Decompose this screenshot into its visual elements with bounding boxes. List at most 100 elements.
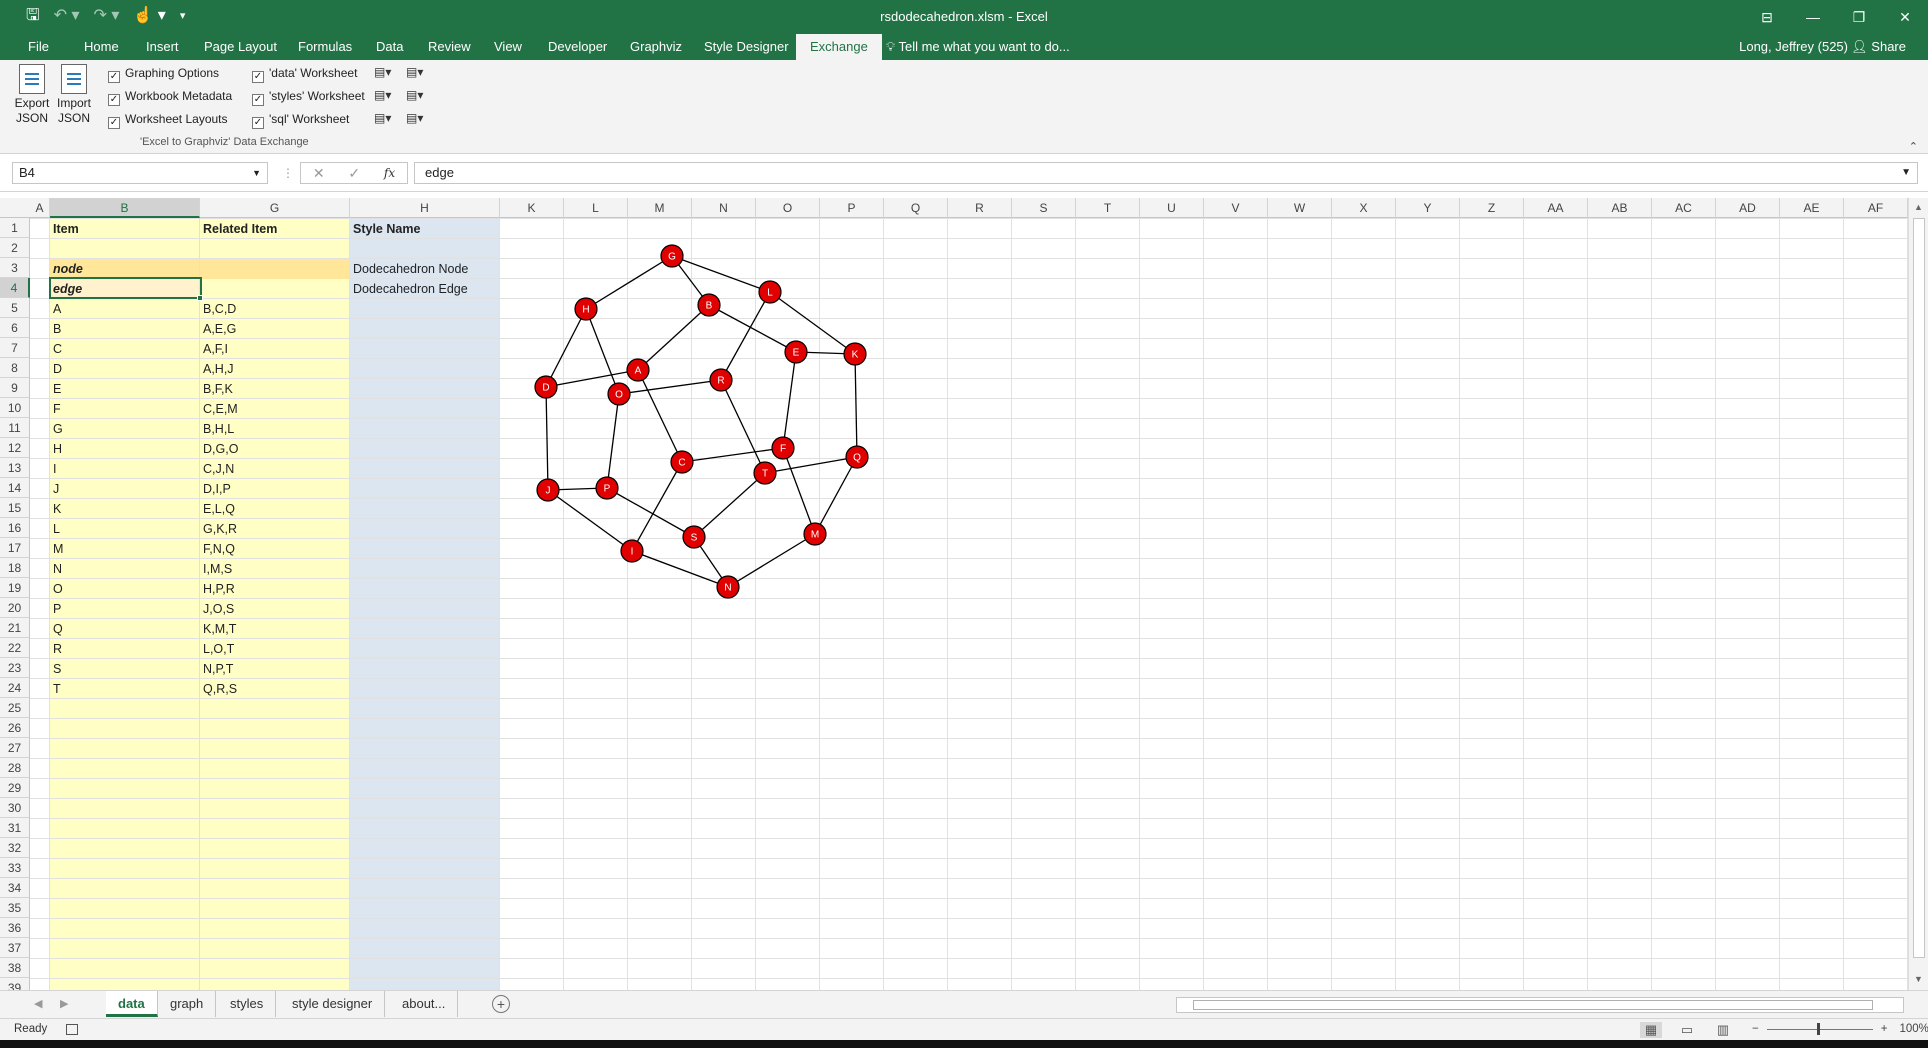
row-header-31[interactable]: 31	[0, 818, 30, 838]
item-cell[interactable]: M	[50, 539, 199, 559]
add-sheet-icon[interactable]: +	[492, 995, 510, 1013]
row-header-9[interactable]: 9	[0, 378, 30, 398]
sheet-tab-style-designer[interactable]: style designer	[280, 991, 386, 1017]
sheet-tab-data[interactable]: data	[106, 991, 158, 1017]
sheet-tab-about[interactable]: about...	[390, 991, 459, 1017]
expand-formula-bar-icon[interactable]: ▼	[1901, 163, 1911, 183]
row-header-12[interactable]: 12	[0, 438, 30, 458]
page-layout-view-icon[interactable]: ▭	[1676, 1022, 1698, 1038]
column-header-x[interactable]: X	[1332, 198, 1396, 218]
row-header-33[interactable]: 33	[0, 858, 30, 878]
user-name[interactable]: Long, Jeffrey (525)	[1739, 34, 1848, 60]
column-header-ad[interactable]: AD	[1716, 198, 1780, 218]
column-header-k[interactable]: K	[500, 198, 564, 218]
row-header-39[interactable]: 39	[0, 978, 30, 990]
column-header-ab[interactable]: AB	[1588, 198, 1652, 218]
column-header-w[interactable]: W	[1268, 198, 1332, 218]
zoom-level[interactable]: 100%	[1899, 1023, 1928, 1035]
row-header-28[interactable]: 28	[0, 758, 30, 778]
row-header-29[interactable]: 29	[0, 778, 30, 798]
row-header-22[interactable]: 22	[0, 638, 30, 658]
item-cell[interactable]: K	[50, 499, 199, 519]
styles-worksheet-checkbox[interactable]: ✓ 'styles' Worksheet	[252, 88, 365, 106]
column-header-u[interactable]: U	[1140, 198, 1204, 218]
column-header-s[interactable]: S	[1012, 198, 1076, 218]
scroll-up-icon[interactable]: ▲	[1914, 202, 1923, 212]
item-cell[interactable]: G	[50, 419, 199, 439]
column-header-p[interactable]: P	[820, 198, 884, 218]
column-header-t[interactable]: T	[1076, 198, 1140, 218]
column-header-y[interactable]: Y	[1396, 198, 1460, 218]
column-header-aa[interactable]: AA	[1524, 198, 1588, 218]
item-cell[interactable]: N	[50, 559, 199, 579]
item-cell[interactable]: S	[50, 659, 199, 679]
row-header-8[interactable]: 8	[0, 358, 30, 378]
horizontal-scroll-thumb[interactable]	[1193, 1000, 1873, 1010]
export-sheet-dropdown[interactable]: ▤▾	[374, 88, 391, 102]
row-header-27[interactable]: 27	[0, 738, 30, 758]
row-header-16[interactable]: 16	[0, 518, 30, 538]
related-item-cell[interactable]: B,C,D	[200, 299, 349, 319]
zoom-slider[interactable]	[1766, 1022, 1873, 1035]
related-item-cell[interactable]: C,J,N	[200, 459, 349, 479]
vertical-scrollbar[interactable]: ▲ ▼	[1908, 198, 1928, 990]
item-cell[interactable]: H	[50, 439, 199, 459]
export-sheet-dropdown[interactable]: ▤▾	[374, 65, 391, 79]
tab-style-designer[interactable]: Style Designer	[694, 34, 799, 60]
item-cell[interactable]: F	[50, 399, 199, 419]
column-header-z[interactable]: Z	[1460, 198, 1524, 218]
workbook-metadata-checkbox[interactable]: ✓ Workbook Metadata	[108, 88, 232, 106]
row-header-7[interactable]: 7	[0, 338, 30, 358]
row-header-25[interactable]: 25	[0, 698, 30, 718]
header-related-item-cell[interactable]: Related Item	[200, 219, 349, 239]
tab-exchange[interactable]: Exchange	[796, 34, 882, 60]
row-header-14[interactable]: 14	[0, 478, 30, 498]
row-header-15[interactable]: 15	[0, 498, 30, 518]
zoom-in-icon[interactable]: +	[1881, 1023, 1888, 1035]
column-header-o[interactable]: O	[756, 198, 820, 218]
header-style-name-cell[interactable]: Style Name	[350, 219, 499, 239]
row-header-36[interactable]: 36	[0, 918, 30, 938]
horizontal-scrollbar[interactable]	[1176, 997, 1904, 1013]
column-header-l[interactable]: L	[564, 198, 628, 218]
related-item-cell[interactable]: C,E,M	[200, 399, 349, 419]
row-header-13[interactable]: 13	[0, 458, 30, 478]
scroll-down-icon[interactable]: ▼	[1914, 974, 1923, 984]
related-item-cell[interactable]: J,O,S	[200, 599, 349, 619]
row-header-34[interactable]: 34	[0, 878, 30, 898]
column-header-n[interactable]: N	[692, 198, 756, 218]
item-cell[interactable]: P	[50, 599, 199, 619]
row-header-32[interactable]: 32	[0, 838, 30, 858]
macro-record-icon[interactable]	[66, 1024, 78, 1035]
related-item-cell[interactable]: B,F,K	[200, 379, 349, 399]
row-header-5[interactable]: 5	[0, 298, 30, 318]
style-row-style-name-cell[interactable]: Dodecahedron Edge	[350, 279, 499, 299]
sheet-tab-graph[interactable]: graph	[158, 991, 217, 1017]
related-item-cell[interactable]: I,M,S	[200, 559, 349, 579]
column-header-q[interactable]: Q	[884, 198, 948, 218]
fill-handle[interactable]	[197, 295, 203, 301]
related-item-cell[interactable]: A,H,J	[200, 359, 349, 379]
related-item-cell[interactable]: B,H,L	[200, 419, 349, 439]
row-header-4[interactable]: 4	[0, 278, 30, 298]
related-item-cell[interactable]: K,M,T	[200, 619, 349, 639]
export-sheet-dropdown[interactable]: ▤▾	[374, 111, 391, 125]
row-header-11[interactable]: 11	[0, 418, 30, 438]
vertical-scroll-thumb[interactable]	[1913, 218, 1925, 958]
tab-view[interactable]: View	[484, 34, 532, 60]
row-header-35[interactable]: 35	[0, 898, 30, 918]
normal-view-icon[interactable]: ▦	[1640, 1022, 1662, 1038]
sheet-tab-styles[interactable]: styles	[218, 991, 277, 1017]
row-header-18[interactable]: 18	[0, 558, 30, 578]
next-sheet-icon[interactable]: ▶	[60, 997, 68, 1010]
column-header-ac[interactable]: AC	[1652, 198, 1716, 218]
related-item-cell[interactable]: A,F,I	[200, 339, 349, 359]
related-item-cell[interactable]: N,P,T	[200, 659, 349, 679]
column-header-ae[interactable]: AE	[1780, 198, 1844, 218]
related-item-cell[interactable]: D,G,O	[200, 439, 349, 459]
import-sheet-dropdown[interactable]: ▤▾	[406, 65, 423, 79]
related-item-cell[interactable]: F,N,Q	[200, 539, 349, 559]
import-json-button[interactable]: Import JSON	[54, 64, 94, 126]
column-header-v[interactable]: V	[1204, 198, 1268, 218]
restore-icon[interactable]: ❐	[1836, 0, 1882, 34]
